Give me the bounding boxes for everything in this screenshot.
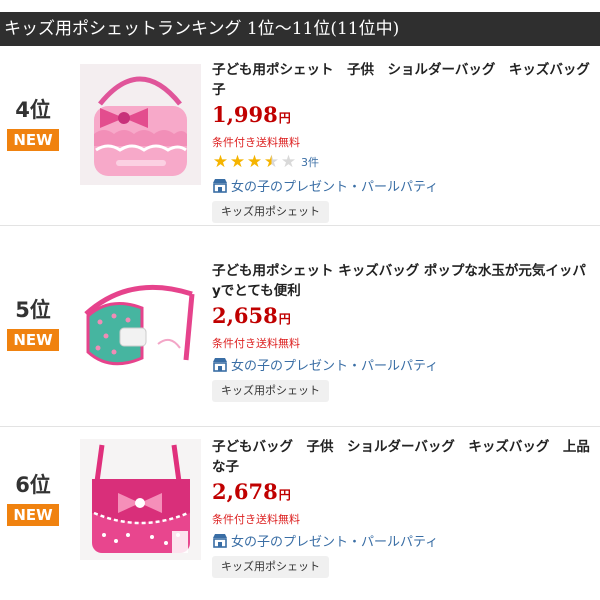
product-info: 子ども用ポシェット 子供 ショルダーバッグ キッズバッグ 子 ども用バッグポシェ… (212, 60, 600, 223)
price-row: 2,658円 (212, 303, 600, 331)
shop-row[interactable]: 女の子のプレゼント・パールパティ (212, 175, 600, 195)
price-value: 2,658 (212, 303, 278, 328)
product-thumbnail[interactable] (80, 439, 201, 560)
empty-star-icon: ★ (280, 152, 297, 172)
price-currency: 円 (278, 488, 291, 502)
category-tag[interactable]: キッズ用ポシェット (212, 201, 329, 223)
price-row: 1,998円 (212, 102, 600, 130)
rating-row: ★ ★ ★ ★ ★ 3件 (212, 152, 600, 172)
shop-name-link[interactable]: 女の子のプレゼント・パールパティ (231, 355, 438, 374)
shop-row[interactable]: 女の子のプレゼント・パールパティ (212, 530, 600, 550)
shipping-note: 条件付き送料無料 (212, 136, 300, 149)
price-row: 2,678円 (212, 479, 600, 507)
product-image (80, 264, 201, 385)
category-tag[interactable]: キッズ用ポシェット (212, 380, 329, 402)
star-icon: ★ (212, 152, 229, 172)
category-tag[interactable]: キッズ用ポシェット (212, 556, 329, 578)
product-info: 子どもバッグ 子供 ショルダーバッグ キッズバッグ 上品な子 ども用バッグ ポシ… (212, 437, 600, 578)
ranking-item: 6位 NEW 子どもバッグ 子供 ショルダーバッグ キッズバッグ 上品な子 ども… (0, 427, 600, 600)
rank-block: 6位 NEW (6, 470, 60, 526)
rank-block: 4位 NEW (6, 95, 60, 151)
rank-number: 4位 (15, 98, 51, 122)
product-title[interactable]: 子ども用ポシェット キッズバッグ ポップな水玉が元気イッパ yでとても便利 (212, 261, 600, 301)
review-count-link[interactable]: 3件 (301, 154, 319, 170)
shop-icon (213, 533, 227, 548)
price-value: 1,998 (212, 102, 278, 127)
new-badge: NEW (7, 129, 59, 151)
new-badge: NEW (7, 329, 59, 351)
product-image (80, 64, 201, 185)
rank-block: 5位 NEW (6, 295, 60, 351)
shipping-note: 条件付き送料無料 (212, 337, 300, 350)
ranking-item: 4位 NEW 子ども用ポシェット 子供 ショルダーバッグ キッズバッグ 子 ども… (0, 50, 600, 226)
price-value: 2,678 (212, 479, 278, 504)
shop-icon (213, 178, 227, 193)
product-thumbnail[interactable] (80, 264, 201, 385)
rank-number: 6位 (15, 473, 51, 497)
shop-name-link[interactable]: 女の子のプレゼント・パールパティ (231, 176, 438, 195)
star-icon: ★ (229, 152, 246, 172)
new-badge: NEW (7, 504, 59, 526)
product-image (80, 439, 201, 560)
product-title[interactable]: 子ども用ポシェット 子供 ショルダーバッグ キッズバッグ 子 ども用バッグポシェ… (212, 60, 600, 100)
shipping-note: 条件付き送料無料 (212, 513, 300, 526)
price-currency: 円 (278, 111, 291, 125)
rank-number: 5位 (15, 298, 51, 322)
shop-icon (213, 357, 227, 372)
star-rating: ★ ★ ★ ★ ★ (212, 153, 297, 171)
shop-row[interactable]: 女の子のプレゼント・パールパティ (212, 354, 600, 374)
product-title[interactable]: 子どもバッグ 子供 ショルダーバッグ キッズバッグ 上品な子 ども用バッグ ポシ… (212, 437, 600, 477)
product-info: 子ども用ポシェット キッズバッグ ポップな水玉が元気イッパ yでとても便利 2,… (212, 261, 600, 402)
star-icon: ★ (246, 152, 263, 172)
ranking-header: キッズ用ポシェットランキング 1位〜11位(11位中) (0, 12, 600, 46)
price-currency: 円 (278, 312, 291, 326)
half-star-icon: ★ (263, 152, 280, 172)
ranking-item: 5位 NEW 子ども用ポシェット キッズバッグ ポップな水玉が元気イッパ yでと… (0, 251, 600, 427)
shop-name-link[interactable]: 女の子のプレゼント・パールパティ (231, 531, 438, 550)
product-thumbnail[interactable] (80, 64, 201, 185)
